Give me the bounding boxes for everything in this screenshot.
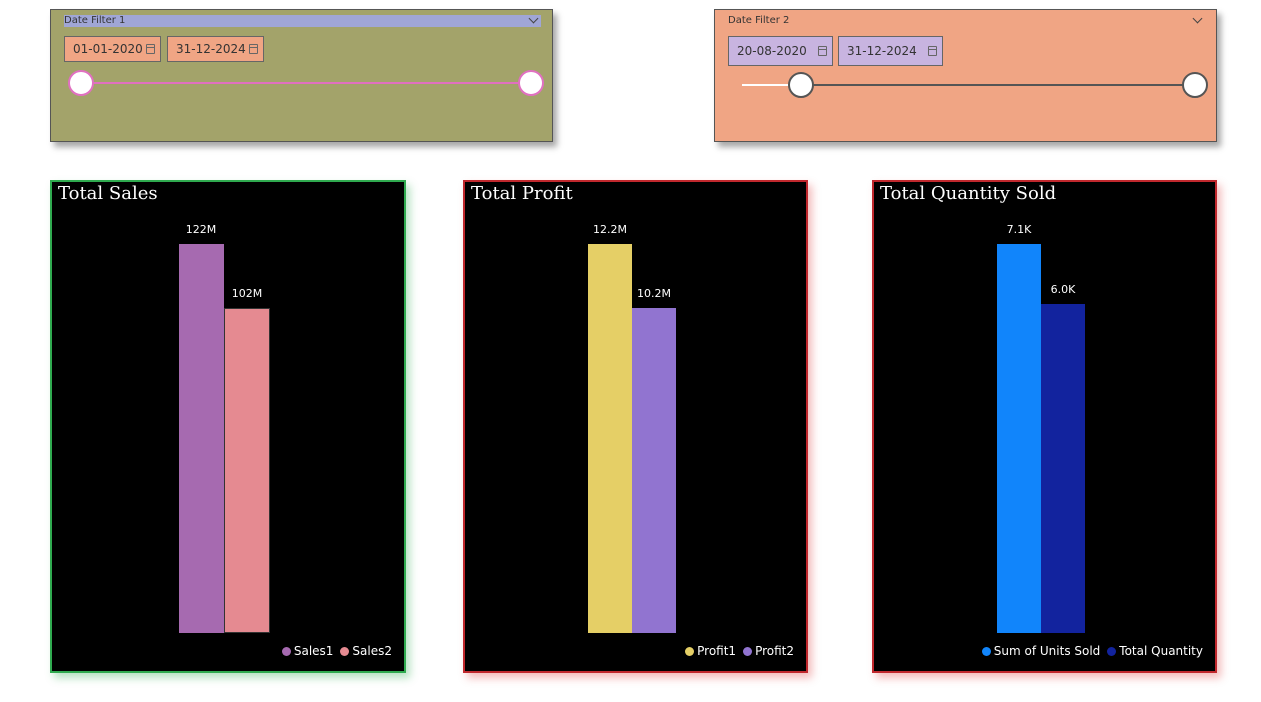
units-sold-bar[interactable]: [997, 244, 1041, 633]
profit2-data-label: 10.2M: [637, 286, 671, 300]
total-quantity-sold-chart: Total Quantity Sold 7.1K 6.0K Sum of Uni…: [872, 180, 1217, 673]
chart-legend: Profit1 Profit2: [685, 644, 794, 658]
legend-item[interactable]: Sales2: [340, 644, 392, 658]
legend-item[interactable]: Sales1: [281, 644, 334, 658]
legend-dot: [685, 646, 695, 656]
legend-dot: [340, 646, 350, 656]
calendar-icon[interactable]: [146, 44, 155, 54]
total-sales-chart: Total Sales 122M 102M Sales1 Sales2: [50, 180, 406, 673]
profit2-bar[interactable]: [632, 307, 676, 633]
legend-dot: [1107, 646, 1117, 656]
legend-label: Total Quantity: [1119, 644, 1203, 658]
chevron-down-icon[interactable]: [1192, 13, 1203, 24]
legend-label: Profit1: [697, 644, 737, 658]
date-filter-1: Date Filter 1 01-01-2020 31-12-2024: [50, 9, 553, 142]
sales1-data-label: 122M: [185, 223, 217, 236]
legend-label: Sum of Units Sold: [993, 644, 1101, 658]
legend-item[interactable]: Profit1: [685, 644, 736, 658]
start-date-value: 01-01-2020: [73, 42, 143, 56]
legend-item[interactable]: Profit2: [743, 644, 794, 658]
legend-item[interactable]: Sum of Units Sold: [981, 644, 1101, 658]
filter-title-bar: [64, 15, 541, 27]
total-quantity-bar[interactable]: [1041, 304, 1085, 633]
range-end-handle[interactable]: [518, 70, 544, 96]
range-start-handle[interactable]: [68, 70, 94, 96]
range-start-handle[interactable]: [787, 72, 814, 98]
filter-title: Date Filter 2: [728, 15, 790, 26]
end-date-input[interactable]: 31-12-2024: [167, 36, 264, 62]
end-date-value: 31-12-2024: [847, 44, 917, 58]
legend-label: Sales2: [352, 644, 392, 658]
sales1-bar[interactable]: [179, 244, 224, 633]
total-profit-chart: Total Profit 12.2M 10.2M Profit1 Profit2: [463, 180, 808, 673]
start-date-input[interactable]: 20-08-2020: [728, 36, 833, 66]
legend-dot: [981, 646, 991, 656]
end-date-input[interactable]: 31-12-2024: [838, 36, 943, 66]
chart-legend: Sales1 Sales2: [281, 644, 392, 658]
calendar-icon[interactable]: [928, 46, 937, 56]
total-quantity-data-label: 6.0K: [1050, 283, 1076, 297]
start-date-input[interactable]: 01-01-2020: [64, 36, 161, 62]
calendar-icon[interactable]: [249, 44, 258, 54]
legend-item[interactable]: Total Quantity: [1107, 644, 1203, 658]
range-fill: [81, 82, 531, 84]
date-filter-2: Date Filter 2 20-08-2020 31-12-2024: [714, 9, 1217, 142]
chart-title: Total Profit: [471, 183, 573, 204]
start-date-value: 20-08-2020: [737, 44, 807, 58]
calendar-icon[interactable]: [818, 46, 827, 56]
sales2-bar[interactable]: [224, 307, 270, 633]
profit1-bar[interactable]: [588, 244, 632, 633]
legend-dot: [743, 646, 753, 656]
legend-dot: [281, 646, 291, 656]
range-end-handle[interactable]: [1182, 72, 1208, 98]
legend-label: Profit2: [755, 644, 794, 658]
chart-legend: Sum of Units Sold Total Quantity: [981, 644, 1203, 658]
sales2-data-label: 102M: [231, 286, 263, 300]
end-date-value: 31-12-2024: [176, 42, 246, 56]
filter-title: Date Filter 1: [64, 15, 126, 26]
chart-title: Total Sales: [58, 183, 158, 204]
profit1-data-label: 12.2M: [593, 223, 627, 236]
legend-label: Sales1: [293, 644, 334, 658]
units-sold-data-label: 7.1K: [1006, 223, 1032, 236]
range-fill: [800, 84, 1195, 86]
chart-title: Total Quantity Sold: [880, 183, 1057, 204]
